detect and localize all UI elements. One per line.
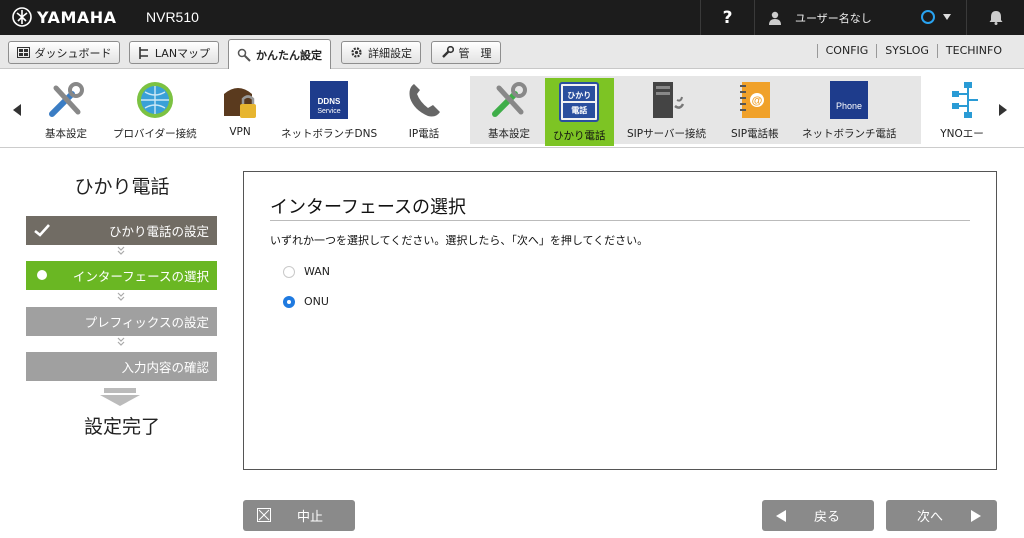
next-button[interactable]: 次へ xyxy=(886,500,997,531)
tab-lan-map[interactable]: LANマップ xyxy=(129,41,219,64)
notification-button[interactable] xyxy=(966,0,1024,35)
tab-label: 管 理 xyxy=(458,46,492,60)
panel-title: インターフェースの選択 xyxy=(270,197,467,218)
option-onu[interactable]: ONU xyxy=(283,295,329,308)
tab-label: ダッシュボード xyxy=(34,46,112,60)
tools-icon xyxy=(44,78,88,122)
svg-text:Phone: Phone xyxy=(836,101,862,111)
wizard-title: ひかり電話 xyxy=(74,176,170,198)
top-bar: YAMAHA NVR510 ? ユーザー名なし xyxy=(0,0,1024,35)
onu-radio[interactable] xyxy=(283,295,295,308)
tuning-fork-logo-icon xyxy=(12,7,32,27)
bell-icon xyxy=(989,11,1002,25)
svg-text:Service: Service xyxy=(317,108,340,115)
address-book-icon: @ xyxy=(733,78,777,122)
triangle-right-icon xyxy=(971,510,981,522)
tab-label: 詳細設定 xyxy=(368,46,412,60)
wizard-step-prefix-settings: プレフィックスの設定 xyxy=(26,307,217,336)
syslog-link[interactable]: SYSLOG xyxy=(876,44,937,58)
checkmark-icon xyxy=(34,224,50,237)
chevron-down-icon xyxy=(117,337,125,346)
strip-item-ip-phone[interactable]: IP電話 xyxy=(402,78,446,141)
strip-item-hikari-denwa[interactable]: ひかり 電話 ひかり電話 xyxy=(545,78,614,146)
chevron-down-icon xyxy=(943,14,951,20)
tab-advanced-settings[interactable]: 詳細設定 xyxy=(341,41,421,64)
wizard-step-hikari-settings: ひかり電話の設定 xyxy=(26,216,217,245)
globe-icon xyxy=(133,78,177,122)
config-link[interactable]: CONFIG xyxy=(816,44,877,58)
strip-item-sip-server[interactable]: SIPサーバー接続 xyxy=(627,78,706,141)
strip-item-basic-settings[interactable]: 基本設定 xyxy=(44,78,88,141)
strip-item-yno-agent[interactable]: YNOエー xyxy=(940,78,984,141)
cancel-icon xyxy=(257,508,271,522)
wizard-step-interface-select: インターフェースの選択 xyxy=(26,261,217,290)
panel-description: いずれか一つを選択してください。選択したら、「次へ」を押してください。 xyxy=(270,234,649,247)
ddns-icon: DDNS Service xyxy=(307,78,351,122)
option-wan[interactable]: WAN xyxy=(283,265,330,278)
top-links: CONFIG SYSLOG TECHINFO xyxy=(816,44,1010,58)
title-divider xyxy=(270,220,970,221)
tab-label: LANマップ xyxy=(154,46,211,60)
vpn-lock-icon xyxy=(218,78,262,122)
lan-map-icon xyxy=(139,46,148,59)
interface-select-panel: インターフェースの選択 いずれか一つを選択してください。選択したら、「次へ」を押… xyxy=(243,171,997,470)
tab-easy-setup[interactable]: かんたん設定 xyxy=(228,39,331,69)
triangle-left-icon xyxy=(776,510,786,522)
strip-item-sip-phonebook[interactable]: @ SIP電話帳 xyxy=(731,78,779,141)
tab-dashboard[interactable]: ダッシュボード xyxy=(8,41,120,64)
user-name: ユーザー名なし xyxy=(795,11,872,25)
wrench-icon xyxy=(441,46,454,58)
gear-icon xyxy=(351,47,362,58)
status-indicator-icon xyxy=(921,10,935,24)
down-arrow-icon xyxy=(100,388,140,406)
cancel-button[interactable]: 中止 xyxy=(243,500,355,531)
badge-bottom-text: 電話 xyxy=(571,105,588,115)
dashboard-icon xyxy=(16,47,30,58)
badge-top-text: ひかり xyxy=(567,90,592,100)
sip-server-icon xyxy=(645,78,689,122)
scroll-right-arrow-icon[interactable] xyxy=(999,104,1007,116)
techinfo-link[interactable]: TECHINFO xyxy=(936,44,1010,58)
chevron-down-icon xyxy=(117,246,125,255)
wizard-step-confirm: 入力内容の確認 xyxy=(26,352,217,381)
option-label: WAN xyxy=(304,265,331,278)
user-menu[interactable]: ユーザー名なし xyxy=(754,0,966,35)
yno-network-icon xyxy=(940,78,984,122)
back-button[interactable]: 戻る xyxy=(762,500,874,531)
scroll-left-arrow-icon[interactable] xyxy=(13,104,21,116)
main-tab-bar: ダッシュボード LANマップ かんたん設定 詳細設定 管 理 CONFIG SY… xyxy=(0,35,1024,69)
chevron-down-icon xyxy=(117,292,125,301)
help-icon: ? xyxy=(722,7,733,28)
wizard-complete-label: 設定完了 xyxy=(83,416,160,438)
device-model: NVR510 xyxy=(146,9,199,25)
svg-text:DDNS: DDNS xyxy=(318,97,341,106)
tools-icon xyxy=(487,78,531,122)
tab-management[interactable]: 管 理 xyxy=(431,41,501,64)
help-button[interactable]: ? xyxy=(700,0,754,35)
option-label: ONU xyxy=(304,295,329,308)
strip-item-netvolante-phone[interactable]: Phone ネットボランチ電話 xyxy=(802,78,897,141)
strip-item-vpn[interactable]: VPN xyxy=(218,78,262,138)
brand-name: YAMAHA xyxy=(37,7,117,27)
feature-icon-strip: 基本設定 プロバイダー接続 VPN DDNS Service ネットボランチDN… xyxy=(0,70,1024,148)
strip-item-netvolante-dns[interactable]: DDNS Service ネットボランチDNS xyxy=(281,78,377,141)
svg-text:@: @ xyxy=(751,95,762,107)
strip-item-voice-basic-settings[interactable]: 基本設定 xyxy=(487,78,531,141)
tab-label: かんたん設定 xyxy=(256,48,322,62)
user-icon xyxy=(769,11,781,25)
hikari-denwa-icon: ひかり 電話 xyxy=(557,80,601,124)
phone-icon xyxy=(402,78,446,122)
yamaha-logo: YAMAHA xyxy=(12,7,117,27)
strip-item-provider-connection[interactable]: プロバイダー接続 xyxy=(113,78,197,141)
wan-radio[interactable] xyxy=(283,265,295,278)
current-step-dot-icon xyxy=(37,270,47,280)
netvolante-phone-icon: Phone xyxy=(827,78,871,122)
wizard-icon xyxy=(237,48,251,62)
